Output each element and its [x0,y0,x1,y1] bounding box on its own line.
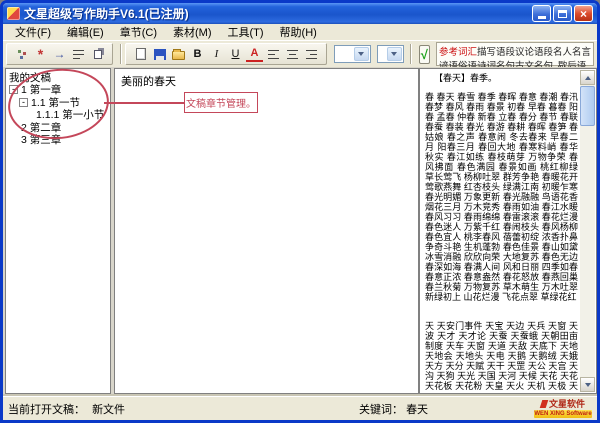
editor-panel[interactable]: 美丽的春天 [114,68,419,394]
new-file-icon[interactable] [132,46,149,62]
keyword-label: 关键词： [359,404,403,416]
chevron-down-icon [391,52,397,56]
align-center-icon[interactable] [284,46,301,62]
menu-file[interactable]: 文件(F) [7,23,59,41]
scroll-up-button[interactable] [580,70,595,85]
reference-tabs: 参考词汇 描写语段 议论语段 名人名言 谚语俗语 诗词名句 古文名句 歇后语 [436,42,594,66]
main-area: 我的文稿 - 1 第一章 - 1.1 第一节 1.1.1 第一小节 2 第二章 … [3,67,597,396]
font-size-dropdown-button[interactable] [387,47,402,61]
align-left-icon[interactable] [265,46,282,62]
vendor-logo: 文星软件 WEN XING Software [534,399,592,418]
maximize-icon [558,10,567,18]
minimize-button[interactable] [532,5,551,22]
chapter-list-icon[interactable] [70,46,87,62]
apply-reference-button[interactable]: √ [419,45,430,64]
menu-tools[interactable]: 工具(T) [220,23,272,41]
copy-chapter-icon[interactable] [89,46,106,62]
close-icon: × [580,7,587,21]
bold-icon[interactable]: B [189,46,206,62]
move-chapter-icon[interactable]: → [51,46,68,62]
vertical-scrollbar[interactable] [580,70,595,392]
tab-famous-quotes[interactable]: 名人名言 [553,44,591,58]
chevron-down-icon [358,52,364,56]
document-tree-panel: 我的文稿 - 1 第一章 - 1.1 第一节 1.1.1 第一小节 2 第二章 … [5,68,111,394]
minimize-icon [538,16,546,19]
title-bar: 文星超级写作助手V6.1(已注册) × [3,3,597,24]
current-document-label: 当前打开文稿： [8,404,85,416]
font-size-combobox[interactable] [377,45,404,63]
toolbar: * → B I U A √ 参考词汇 描 [3,41,597,67]
check-icon: √ [421,47,428,62]
menu-material[interactable]: 素材(M) [165,23,220,41]
save-icon[interactable] [151,46,168,62]
app-logo-icon [7,7,20,20]
chapter-tool-group: * → [6,43,113,65]
scrollbar-thumb[interactable] [580,86,595,126]
spring-words[interactable]: 春 春天 春雪 春季 春晖 春意 春潮 春汛 春梦 春风 春雨 春景 初春 早春… [425,92,578,302]
sky-words[interactable]: 天 天安门事件 天宝 天边 天兵 天窗 天波 天才 天才论 天蚕 天蚕蛾 天朝田… [425,321,578,391]
vendor-logo-icon [540,400,549,408]
reference-panel: 【春天】春季。 春 春天 春雪 春季 春晖 春意 春潮 春汛 春梦 春风 春雨 … [419,68,597,394]
close-button[interactable]: × [574,5,593,22]
outline-tree-icon[interactable] [13,46,30,62]
tab-reference-words[interactable]: 参考词汇 [439,44,477,58]
chevron-down-icon [585,383,591,387]
align-right-icon[interactable] [303,46,320,62]
tab-argument-passages[interactable]: 议论语段 [515,44,553,58]
window-title: 文星超级写作助手V6.1(已注册) [24,5,530,22]
collapse-icon[interactable]: - [19,98,28,107]
menu-bar: 文件(F) 编辑(E) 章节(C) 素材(M) 工具(T) 帮助(H) [3,24,597,41]
scroll-down-button[interactable] [580,377,595,392]
tree-item-label: 3 第三章 [21,132,61,147]
new-chapter-icon[interactable]: * [32,46,49,62]
font-name-dropdown-button[interactable] [354,47,369,61]
toolbar-separator [410,44,412,64]
menu-edit[interactable]: 编辑(E) [59,23,112,41]
vendor-logo-text: 文星软件 [549,399,585,409]
current-document-value: 新文件 [92,404,125,416]
app-window: 文星超级写作助手V6.1(已注册) × 文件(F) 编辑(E) 章节(C) 素材… [0,0,600,423]
vendor-logo-subtitle: WEN XING Software [534,410,592,418]
font-name-combobox[interactable] [334,45,371,63]
status-bar: 当前打开文稿： 新文件 关键词： 春天 文星软件 WEN XING Softwa… [3,396,597,420]
italic-icon[interactable]: I [208,46,225,62]
tree-item-chapter-3[interactable]: 3 第三章 [9,134,110,147]
editor-text: 美丽的春天 [121,76,176,88]
keyword-value: 春天 [406,404,428,416]
chevron-up-icon [585,76,591,80]
maximize-button[interactable] [553,5,572,22]
reference-words-list: 【春天】春季。 春 春天 春雪 春季 春晖 春意 春潮 春汛 春梦 春风 春雨 … [422,71,579,391]
keyword-status: 关键词： 春天 [359,401,428,417]
reference-header: 【春天】春季。 [425,73,578,83]
underline-icon[interactable]: U [227,46,244,62]
tab-description-passages[interactable]: 描写语段 [477,44,515,58]
current-document-status: 当前打开文稿： 新文件 [8,401,129,417]
toolbar-separator [120,44,122,64]
open-folder-icon[interactable] [170,46,187,62]
file-format-tool-group: B I U A [125,43,327,65]
menu-chapter[interactable]: 章节(C) [112,23,165,41]
menu-help[interactable]: 帮助(H) [272,23,325,41]
collapse-icon[interactable]: - [9,85,18,94]
font-color-icon[interactable]: A [246,46,263,62]
